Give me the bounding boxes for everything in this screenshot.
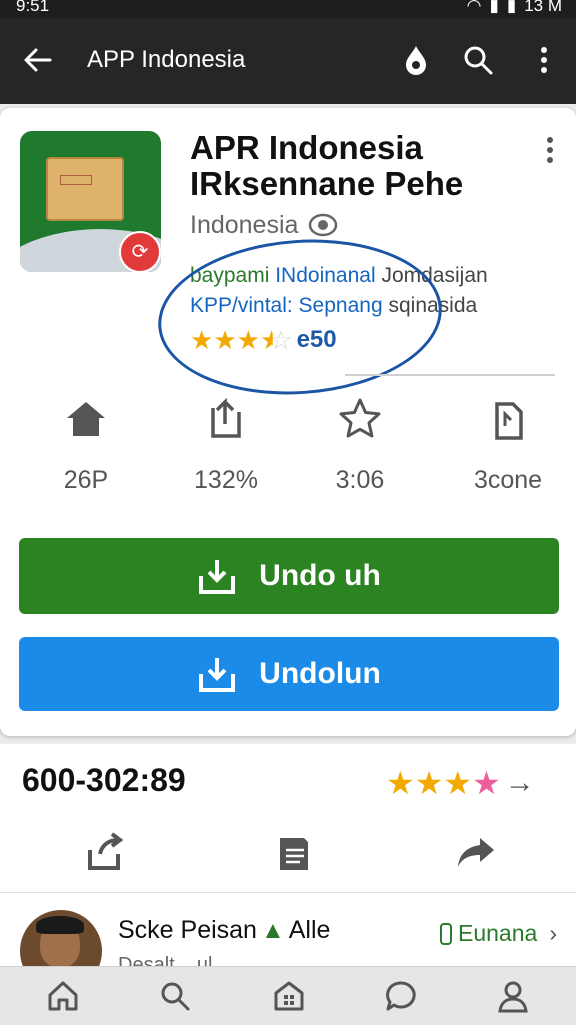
card-more-icon[interactable] (540, 136, 560, 166)
stat-value: 132% (194, 466, 258, 494)
divider (345, 374, 555, 376)
battery-icon: ▮ (506, 0, 517, 15)
app-title: APR Indonesia IRksennane Pehe (190, 129, 464, 202)
download-icon (199, 560, 236, 594)
nav-profile-icon[interactable] (496, 979, 530, 1013)
top-app-bar: APP Indonesia (0, 18, 576, 104)
battery-text: 13 M (524, 0, 562, 15)
copy-doc-icon (495, 402, 523, 440)
refresh-badge-icon: ⟳ (119, 231, 161, 272)
reviewer-tag[interactable]: Eunana › (440, 920, 557, 947)
reviewer-name[interactable]: Scke Peisan ▲ Alle (118, 916, 330, 945)
reviewer-name-b: Alle (288, 916, 331, 944)
droplet-icon[interactable] (398, 42, 434, 78)
stat-rating: 3:06 (300, 396, 420, 495)
repost-icon[interactable] (82, 828, 130, 876)
primary-button-label: Undo uh (259, 559, 381, 592)
more-vert-icon[interactable] (526, 42, 562, 78)
comment-doc-icon[interactable] (270, 828, 318, 876)
nav-apps-icon[interactable] (272, 979, 306, 1013)
signal-icon: ▮ (489, 0, 499, 15)
app-bar-title: APP Indonesia (87, 46, 246, 73)
primary-download-button[interactable]: Undo uh (19, 538, 559, 614)
wifi-icon: ◠ (466, 0, 482, 15)
avatar-hair (36, 916, 84, 934)
developer-row[interactable]: Indonesia (190, 210, 338, 240)
back-arrow-icon[interactable] (20, 42, 56, 78)
triangle-icon: ▲ (260, 916, 285, 944)
app-icon: ⟳ (20, 131, 161, 272)
home-icon (67, 402, 105, 436)
stat-value: 3cone (473, 466, 543, 494)
star-outline-icon (339, 398, 381, 438)
secondary-button-label: Undolun (259, 657, 381, 690)
reviewer-name-a: Scke Peisan (118, 916, 257, 944)
nav-home-icon[interactable] (46, 979, 80, 1013)
tag-badge-icon (440, 922, 452, 945)
share-doc-icon (211, 397, 241, 438)
status-icons: ◠ ▮ ▮ 13 M (467, 0, 562, 16)
star-icon: ★ (472, 765, 501, 801)
nav-chat-icon[interactable] (384, 979, 418, 1013)
secondary-download-button[interactable]: Undolun (19, 637, 559, 711)
status-bar: 9:51 ◠ ▮ ▮ 13 M (0, 0, 576, 18)
envelope-icon (46, 157, 124, 221)
star-icon: ★ (443, 765, 473, 801)
search-icon[interactable] (460, 42, 496, 78)
section-rating[interactable]: ★ ★ ★ ★ → (386, 764, 535, 802)
stat-share: 132% (166, 396, 286, 495)
nav-search-icon[interactable] (158, 979, 192, 1013)
star-icon: ★ (414, 765, 444, 801)
status-time: 9:51 (16, 0, 50, 15)
phone-number: 600-302:89 (22, 762, 186, 798)
globe-icon (309, 213, 338, 237)
stat-value: 26P (63, 466, 109, 494)
stat-downloads: 26P (26, 396, 146, 495)
stat-copies: 3cone (448, 396, 568, 495)
arrow-right-icon: → (504, 766, 535, 799)
divider (0, 892, 576, 893)
download-icon (199, 658, 236, 692)
chevron-right-icon: › (549, 920, 557, 946)
share-arrow-icon[interactable] (452, 828, 500, 876)
bottom-navigation (0, 966, 576, 1025)
tag-label: Eunana (458, 920, 538, 946)
star-icon: ★ (386, 765, 415, 801)
developer-name: Indonesia (190, 210, 299, 239)
stat-value: 3:06 (335, 466, 385, 494)
